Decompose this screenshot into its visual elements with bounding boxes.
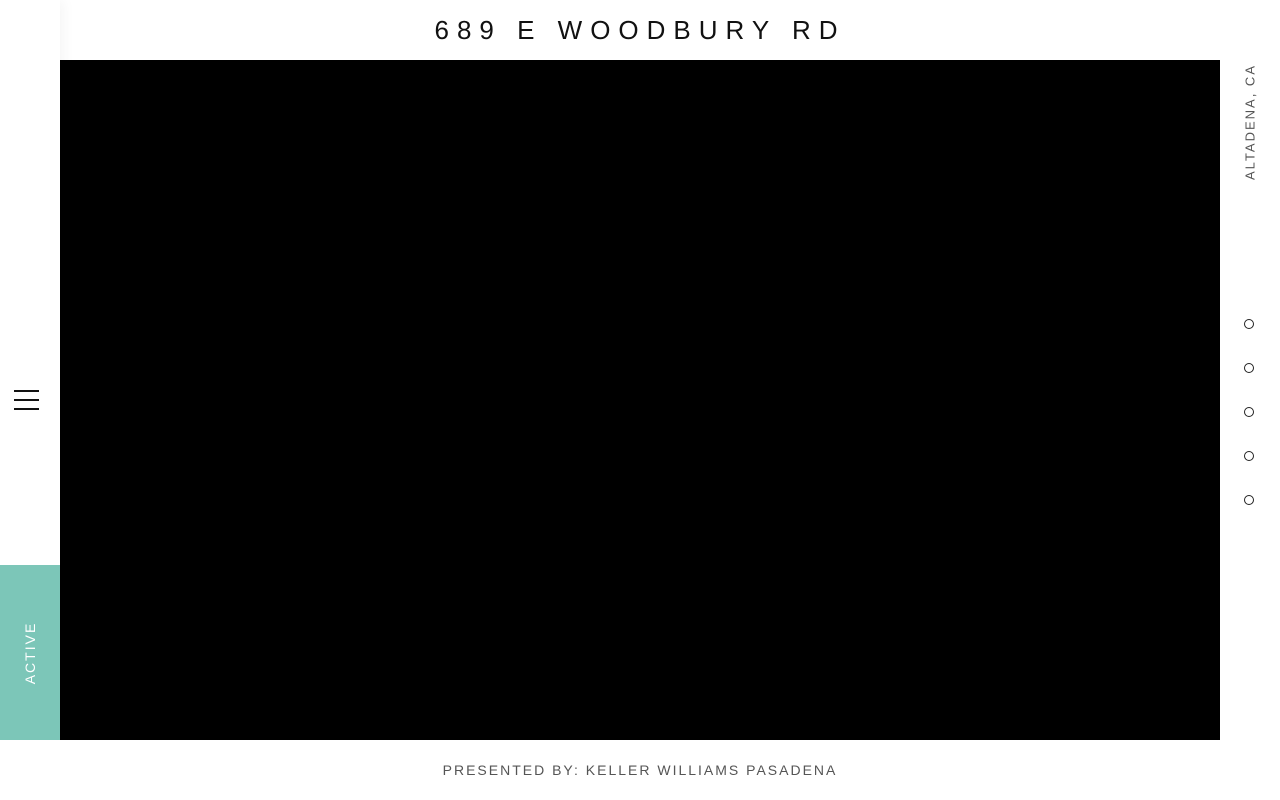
menu-line [14,399,39,401]
slide-pagination [1244,319,1256,539]
media-viewer[interactable] [60,60,1220,740]
menu-line [14,390,39,392]
presented-by-text: PRESENTED BY: KELLER WILLIAMS PASADENA [442,762,838,778]
slide-dot-4[interactable] [1244,451,1254,461]
location-label: ALTADENA, CA [1242,64,1258,180]
property-page: ACTIVE 689 E WOODBURY RD ALTADENA, CA PR… [0,0,1280,800]
menu-line [14,408,39,410]
status-label: ACTIVE [22,621,38,685]
slide-dot-5[interactable] [1244,495,1254,505]
page-title: 689 E WOODBURY RD [434,14,846,45]
slide-dot-1[interactable] [1244,319,1254,329]
hamburger-menu-icon[interactable] [14,389,40,411]
page-footer: PRESENTED BY: KELLER WILLIAMS PASADENA [0,740,1280,800]
slide-dot-3[interactable] [1244,407,1254,417]
page-header: 689 E WOODBURY RD [60,0,1220,60]
slide-dot-2[interactable] [1244,363,1254,373]
